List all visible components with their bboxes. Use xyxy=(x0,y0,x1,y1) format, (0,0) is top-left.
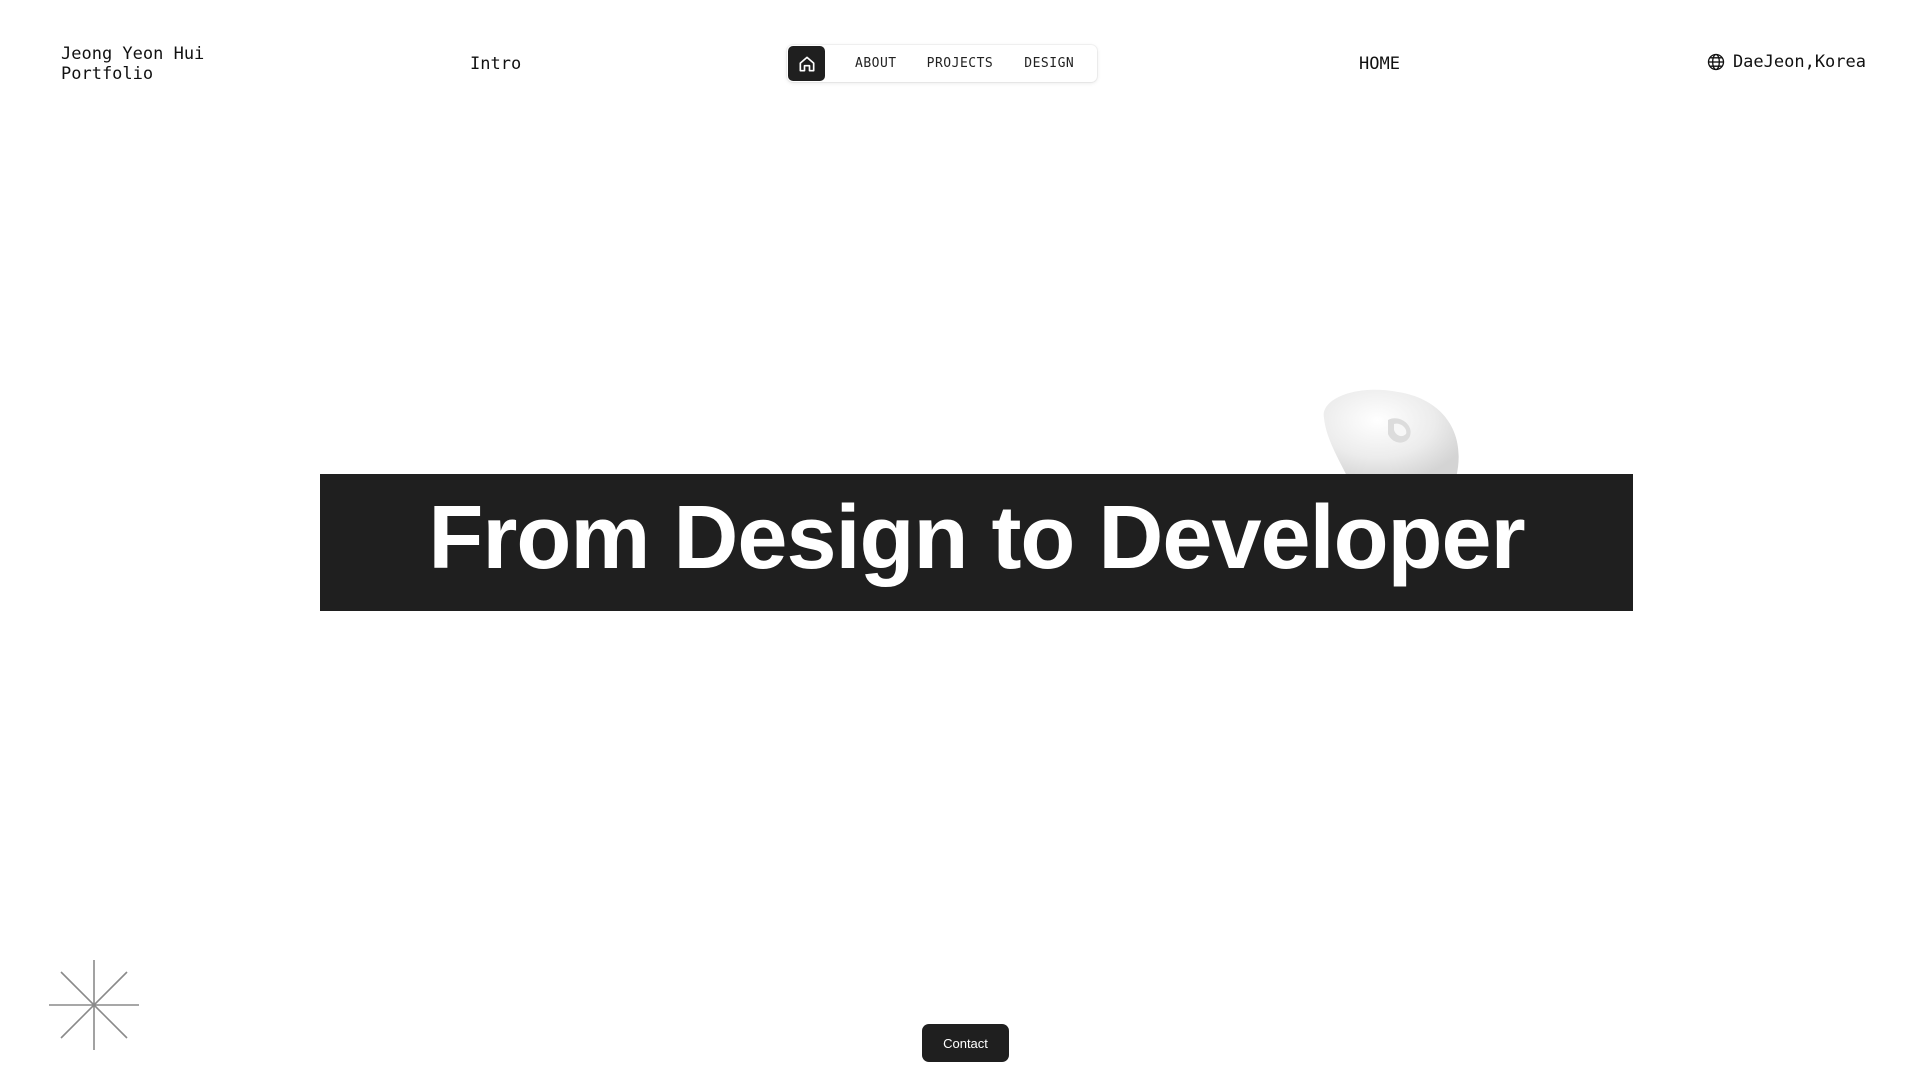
nav-design-link[interactable]: DESIGN xyxy=(1024,56,1074,71)
nav-projects-link[interactable]: PROJECTS xyxy=(927,56,994,71)
nav-home-button[interactable] xyxy=(788,46,825,81)
brand: Jeong Yeon Hui Portfolio xyxy=(61,44,261,84)
asterisk-icon xyxy=(47,958,141,1052)
nav-about-link[interactable]: ABOUT xyxy=(855,56,897,71)
3d-blob-image xyxy=(1318,388,1462,478)
main-nav: ABOUT PROJECTS DESIGN xyxy=(787,45,1097,82)
home-icon xyxy=(799,56,814,71)
hero-title: From Design to Developer xyxy=(428,487,1525,588)
location: DaeJeon,Korea xyxy=(1706,52,1866,72)
brand-subtitle: Portfolio xyxy=(61,64,154,84)
page-name: HOME xyxy=(1359,54,1400,74)
contact-button[interactable]: Contact xyxy=(922,1024,1009,1062)
location-text: DaeJeon,Korea xyxy=(1732,52,1866,72)
hero-banner: From Design to Developer xyxy=(320,474,1633,611)
brand-name: Jeong Yeon Hui xyxy=(61,44,205,64)
globe-icon xyxy=(1707,53,1725,71)
section-label: Intro xyxy=(470,54,522,74)
